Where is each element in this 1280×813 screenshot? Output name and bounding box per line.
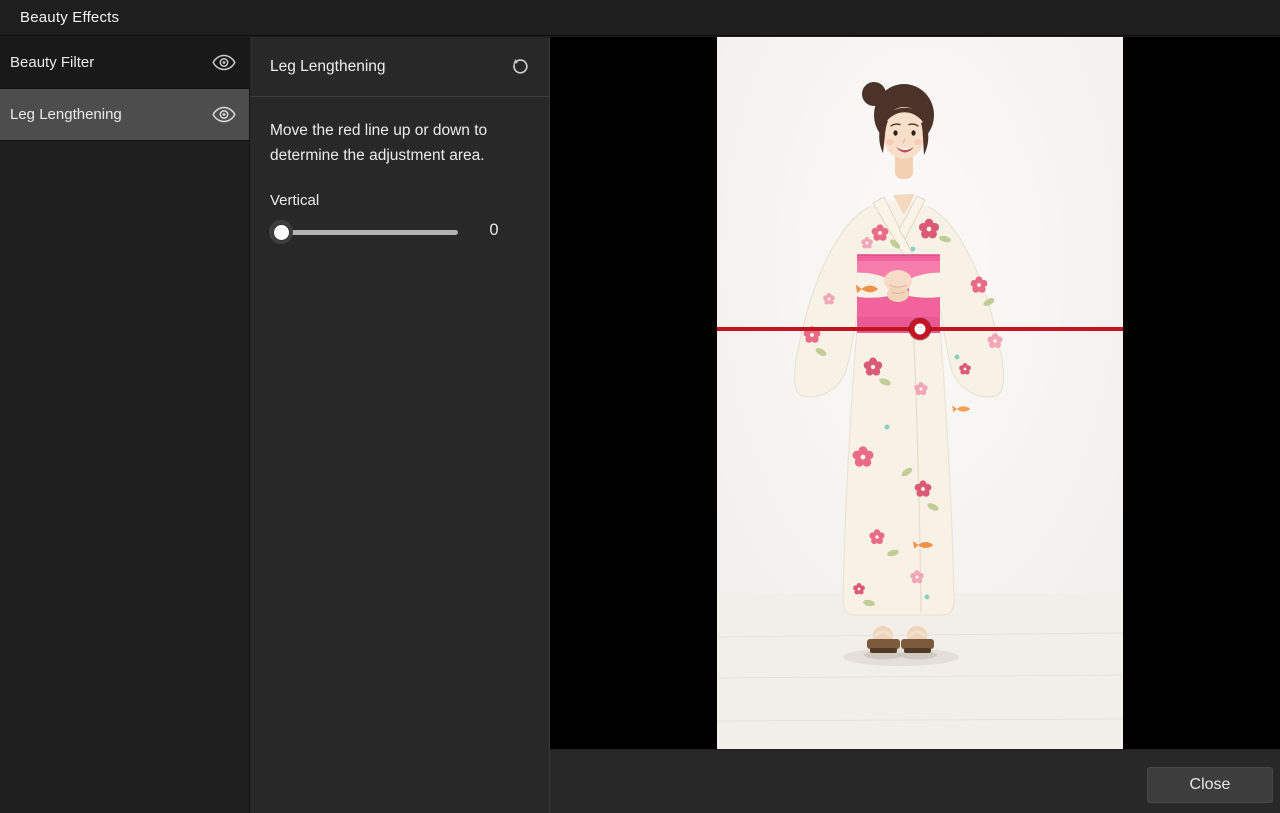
preview-column: Close bbox=[549, 37, 1280, 813]
sidebar-item-label: Beauty Filter bbox=[10, 54, 94, 71]
eye-icon[interactable] bbox=[212, 54, 236, 71]
slider-thumb[interactable] bbox=[274, 225, 289, 240]
window-title: Beauty Effects bbox=[20, 9, 119, 26]
photo-illustration bbox=[717, 37, 1123, 749]
reset-icon[interactable] bbox=[510, 56, 531, 77]
adjustment-panel: Leg Lengthening Move the red line up or … bbox=[250, 37, 549, 813]
adjustment-panel-body: Move the red line up or down to determin… bbox=[250, 97, 549, 246]
preview-photo bbox=[717, 37, 1123, 749]
slider-value: 0 bbox=[478, 221, 510, 240]
effects-sidebar: Beauty Filter Leg Lengthening bbox=[0, 37, 250, 813]
title-bar: Beauty Effects bbox=[0, 0, 1280, 36]
sidebar-item-leg-lengthening[interactable]: Leg Lengthening bbox=[0, 89, 249, 141]
adjustment-panel-header: Leg Lengthening bbox=[250, 37, 549, 97]
instruction-text: Move the red line up or down to determin… bbox=[270, 118, 529, 168]
preview-canvas bbox=[550, 37, 1280, 749]
vertical-slider: 0 bbox=[270, 218, 529, 246]
slider-label: Vertical bbox=[270, 192, 529, 209]
panel-title: Leg Lengthening bbox=[270, 58, 386, 76]
slider-track[interactable] bbox=[281, 230, 458, 235]
sidebar-item-beauty-filter[interactable]: Beauty Filter bbox=[0, 37, 249, 89]
close-button[interactable]: Close bbox=[1147, 767, 1273, 803]
sidebar-item-label: Leg Lengthening bbox=[10, 106, 122, 123]
red-line-drag-handle[interactable] bbox=[910, 319, 931, 340]
beauty-effects-window: Beauty Effects Beauty Filter Leg Lengthe… bbox=[0, 0, 1280, 813]
eye-icon[interactable] bbox=[212, 106, 236, 123]
bottom-bar: Close bbox=[550, 749, 1280, 813]
adjustment-red-line[interactable] bbox=[717, 327, 1123, 331]
close-button-label: Close bbox=[1190, 776, 1231, 794]
